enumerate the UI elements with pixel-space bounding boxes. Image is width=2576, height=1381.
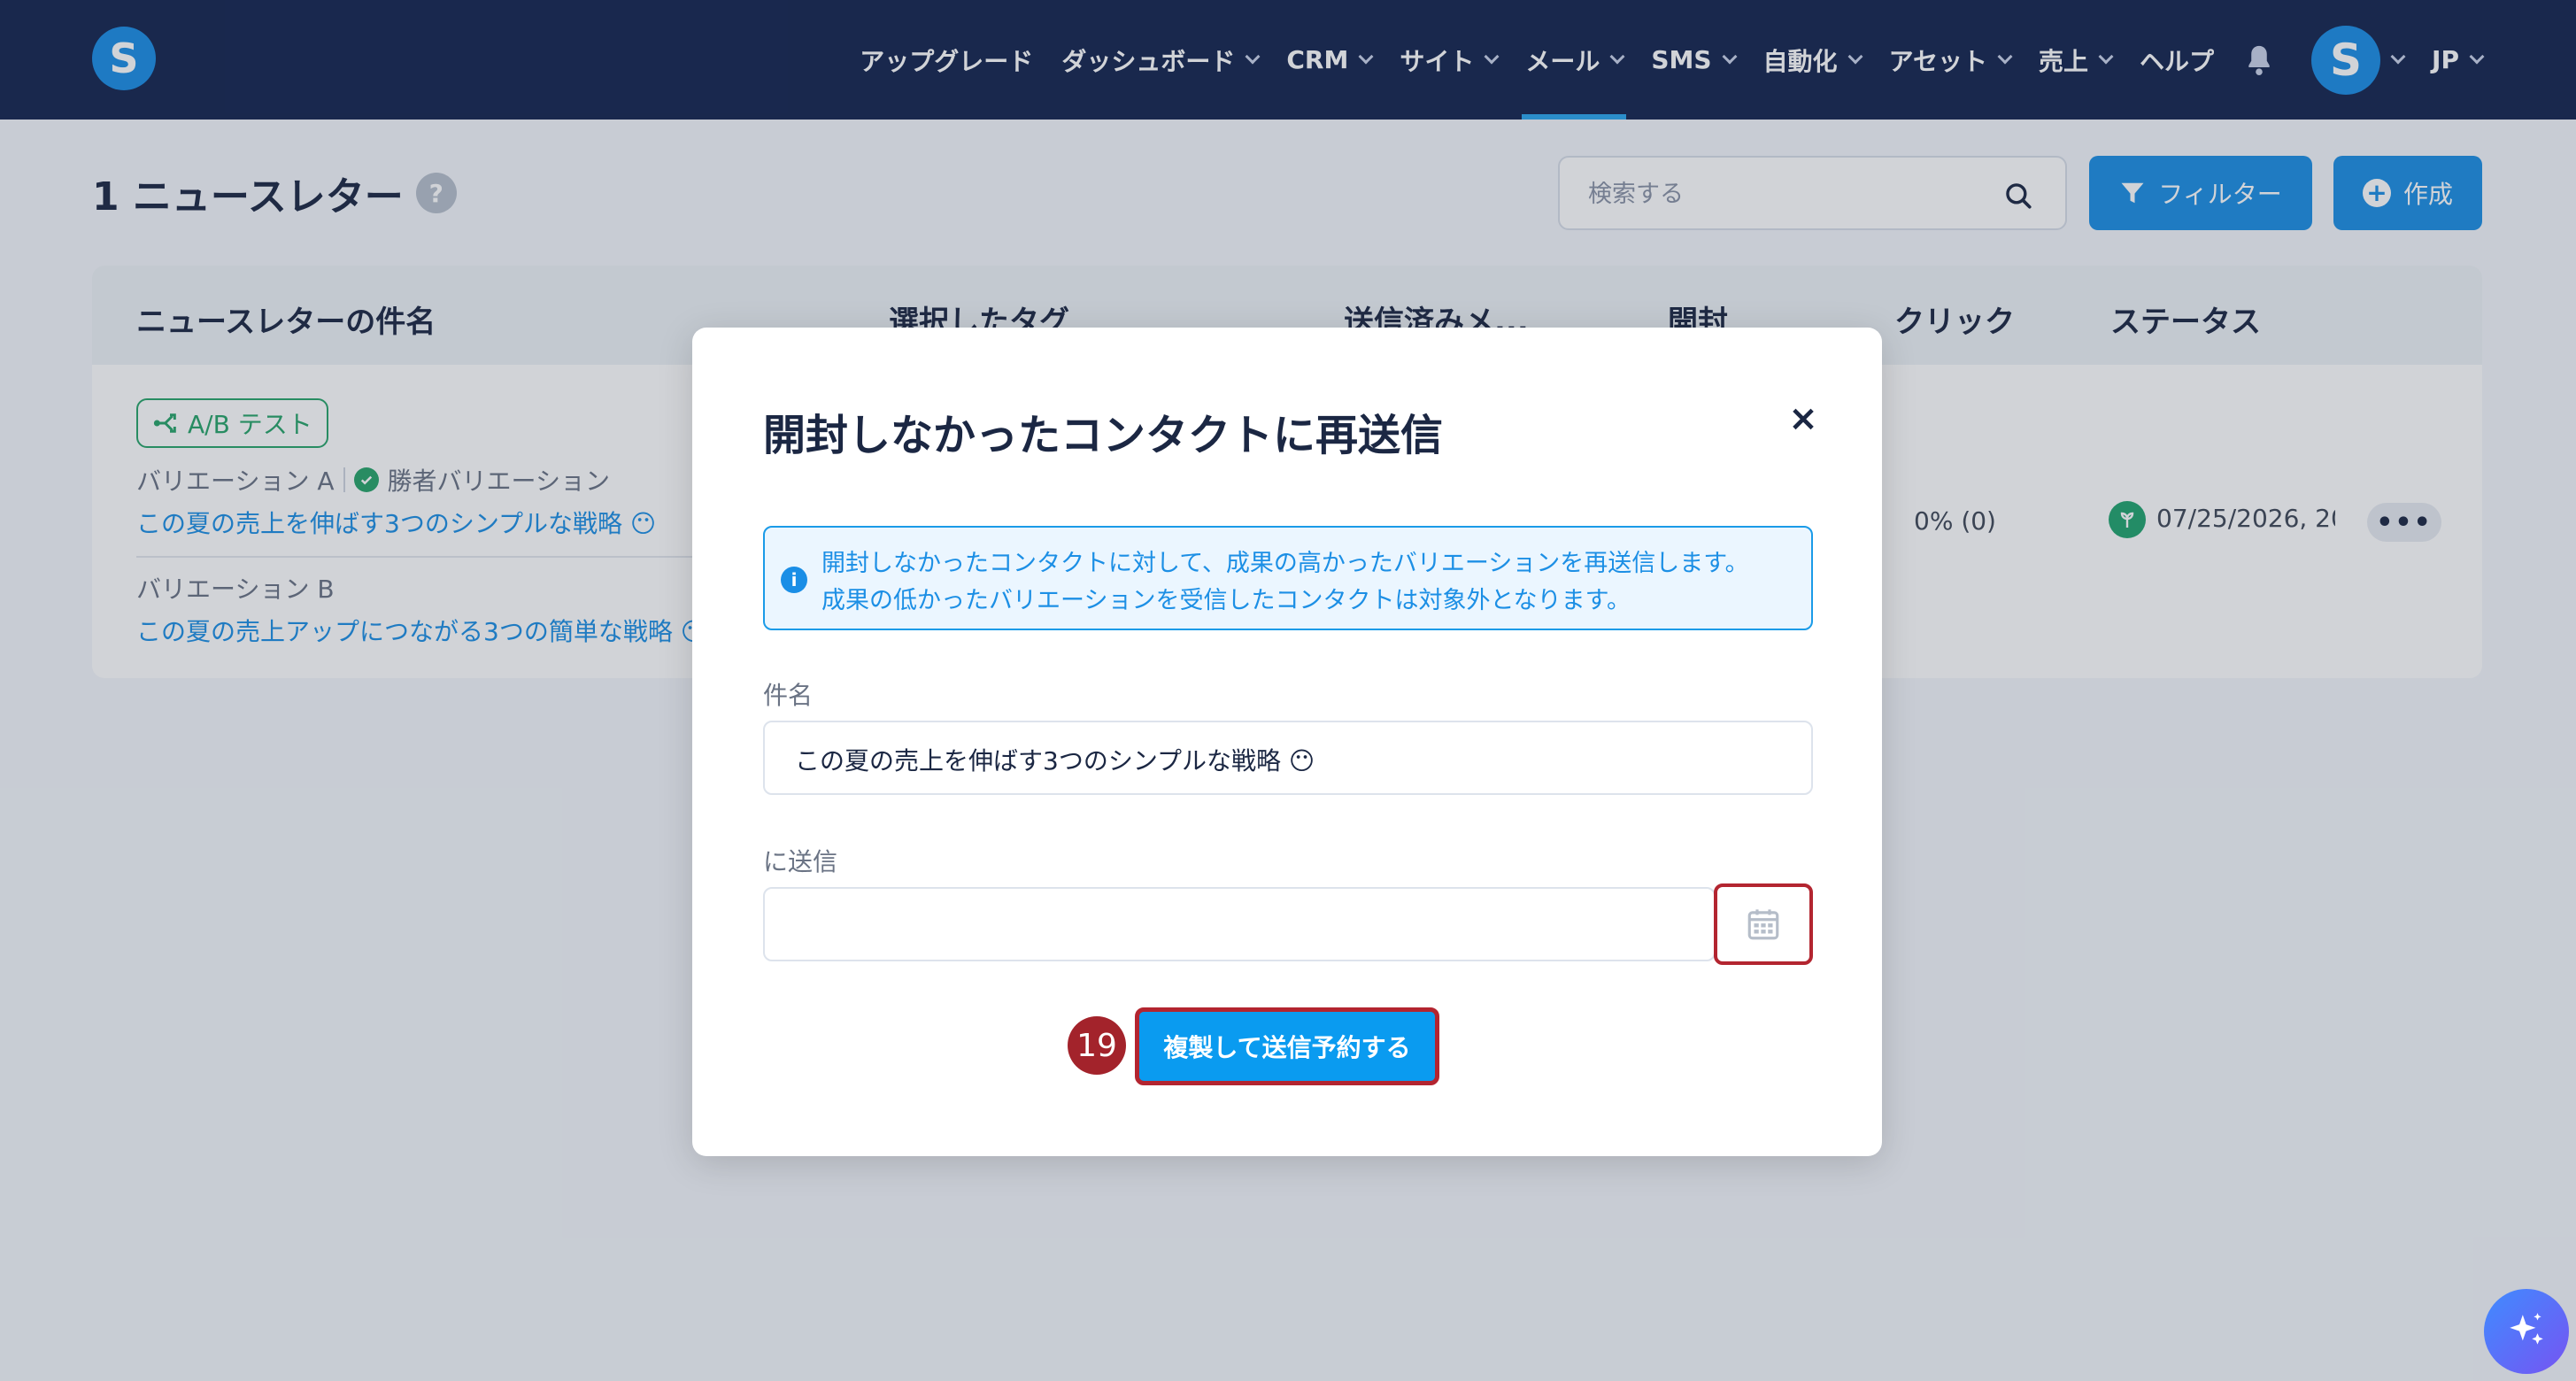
info-text-line1: 開封しなかったコンタクトに対して、成果の高かったバリエーションを再送信します。 — [821, 550, 1749, 577]
send-date-field[interactable] — [763, 887, 1716, 961]
calendar-button[interactable] — [1714, 883, 1813, 965]
resend-modal: 開封しなかったコンタクトに再送信 × i 開封しなかったコンタクトに対して、成果… — [692, 328, 1882, 1156]
info-text-line2: 成果の低かったバリエーションを受信したコンタクトは対象外となります。 — [821, 587, 1631, 614]
duplicate-schedule-button[interactable]: 複製して送信予約する — [1135, 1007, 1439, 1085]
close-icon[interactable]: × — [1783, 398, 1824, 439]
subject-field[interactable]: この夏の売上を伸ばす3つのシンプルな戦略 😶 — [763, 721, 1813, 795]
info-icon: i — [781, 567, 807, 593]
sparkle-icon — [2510, 1313, 2543, 1345]
info-alert: i 開封しなかったコンタクトに対して、成果の高かったバリエーションを再送信します… — [763, 526, 1813, 630]
modal-title: 開封しなかったコンタクトに再送信 — [763, 411, 1444, 460]
subject-value: この夏の売上を伸ばす3つのシンプルな戦略 😶 — [795, 746, 1315, 775]
send-to-label: に送信 — [763, 847, 838, 876]
calendar-icon — [1747, 909, 1779, 940]
ai-assistant-button[interactable] — [2484, 1289, 2569, 1374]
step-number-badge: 19 — [1068, 1016, 1126, 1075]
subject-label: 件名 — [763, 681, 814, 710]
